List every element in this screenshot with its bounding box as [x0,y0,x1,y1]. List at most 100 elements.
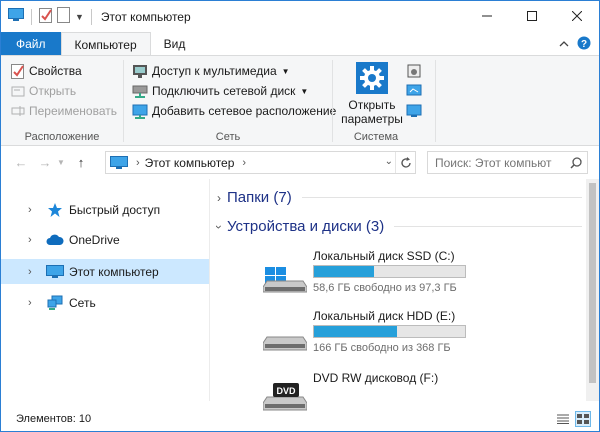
navigation-pane: › Быстрый доступ › OneDrive › Этот компь… [1,181,209,401]
breadcrumb-chevron-icon[interactable]: › [242,157,246,169]
window-title: Этот компьютер [100,9,191,24]
tiles-view-button[interactable] [575,411,591,427]
group-header-folders[interactable]: › Папки (7) [217,189,582,206]
pane-divider[interactable] [209,179,210,401]
group-header-devices[interactable]: › Устройства и диски (3) [212,218,582,235]
computer-icon [110,155,128,169]
maximize-button[interactable] [509,1,554,31]
collapse-ribbon-icon[interactable] [559,37,569,51]
open-settings-button[interactable]: Открыть параметры [341,62,403,126]
drive-usage-fill [314,266,375,277]
scrollbar-thumb[interactable] [589,183,596,383]
tab-view[interactable]: Вид [151,32,199,56]
close-button[interactable] [554,1,599,31]
recent-locations-button[interactable]: ▼ [55,152,67,172]
add-network-location-button[interactable]: Добавить сетевое расположение [132,102,336,120]
properties-qa-icon[interactable] [39,7,53,26]
expand-chevron-icon[interactable]: › [28,297,40,309]
sidebar-item-label: Сеть [69,295,96,310]
network-icon [46,294,64,312]
windows-drive-icon [262,257,308,293]
group-label-system: Система [353,131,399,143]
forward-button[interactable]: → [35,152,55,172]
expand-chevron-icon[interactable]: › [28,266,40,278]
hard-drive-icon [262,317,308,353]
media-access-button[interactable]: Доступ к мультимедиа ▼ [132,62,290,80]
sidebar-item-network[interactable]: › Сеть [1,290,209,315]
breadcrumb-separator-icon[interactable]: › [136,157,140,169]
back-button[interactable]: ← [11,152,31,172]
tiles-view-icon [577,414,589,424]
refresh-icon [400,156,411,168]
quick-access-toolbar: ▼ [1,7,95,26]
tab-file[interactable]: Файл [1,32,61,56]
details-view-button[interactable] [555,411,571,427]
vertical-scrollbar[interactable] [586,179,599,401]
ribbon-tabs: Файл Компьютер Вид ? [1,32,599,56]
refresh-button[interactable] [395,152,415,173]
manage-computer-icon[interactable] [405,102,423,120]
status-bar: Элементов: 10 [1,407,599,431]
properties-icon [11,64,24,79]
title-bar: ▼ Этот компьютер [1,1,599,32]
open-icon [11,86,25,97]
maximize-icon [526,11,537,21]
content-pane: › Папки (7) › Устройства и диски (3) Лок… [211,179,587,411]
network-location-icon [132,104,148,119]
up-button[interactable]: ↑ [71,152,91,172]
media-icon [133,65,147,78]
arrow-up-icon: ↑ [77,154,85,170]
ribbon: Свойства Открыть Переименовать Расположе… [1,55,599,146]
minimize-button[interactable] [464,1,509,31]
explorer-window: ▼ Этот компьютер Файл Компьютер Вид ? Св… [0,0,600,432]
sidebar-item-onedrive[interactable]: › OneDrive [1,227,209,252]
help-icon[interactable]: ? [577,36,591,53]
drive-free-space: 58,6 ГБ свободно из 97,3 ГБ [313,282,457,294]
group-network: Доступ к мультимедиа ▼ Подключить сетевой… [124,56,336,146]
map-drive-button[interactable]: Подключить сетевой диск ▼ [132,82,308,100]
arrow-right-icon: → [38,154,52,170]
rename-icon [11,106,25,116]
drive-usage-fill [314,326,398,337]
search-box[interactable] [427,151,588,174]
svg-text:DVD: DVD [276,386,296,396]
search-input[interactable] [428,155,565,170]
address-bar[interactable]: › Этот компьютер › ⌄ [105,151,416,174]
drive-name: Локальный диск HDD (E:) [313,309,456,323]
sidebar-item-label: Быстрый доступ [69,202,161,217]
sidebar-item-this-pc[interactable]: › Этот компьютер [1,259,209,284]
item-count: Элементов: 10 [16,413,92,425]
properties-button[interactable]: Свойства [11,62,82,80]
search-icon[interactable] [565,156,587,169]
close-icon [571,11,582,21]
gear-icon [356,62,388,94]
address-dropdown-icon[interactable]: ⌄ [385,156,393,167]
chevron-down-icon: ▼ [57,157,65,167]
network-drive-icon [132,85,148,98]
system-properties-icon[interactable] [405,82,423,100]
open-button[interactable]: Открыть [11,82,76,100]
drive-item[interactable]: Локальный диск SSD (C:) 58,6 ГБ свободно… [262,249,523,299]
expand-chevron-icon[interactable]: › [217,191,221,205]
computer-app-icon [8,8,24,25]
uninstall-program-icon[interactable] [405,62,423,80]
details-view-icon [557,414,569,424]
expand-chevron-icon[interactable]: › [28,204,40,216]
breadcrumb-this-pc[interactable]: Этот компьютер [145,156,235,170]
navigation-bar: ← → ▼ ↑ › Этот компьютер › ⌄ [1,147,599,177]
sidebar-item-label: OneDrive [69,232,120,247]
rename-button[interactable]: Переименовать [11,102,117,120]
sidebar-item-label: Этот компьютер [69,264,159,279]
expand-chevron-icon[interactable]: › [28,234,40,246]
minimize-icon [481,15,492,17]
sidebar-item-quick-access[interactable]: › Быстрый доступ [1,197,209,222]
drive-free-space: 166 ГБ свободно из 368 ГБ [313,342,451,354]
drive-item[interactable]: Локальный диск HDD (E:) 166 ГБ свободно … [262,309,523,359]
group-system: Открыть параметры Система [333,56,435,146]
customize-qa-icon[interactable]: ▼ [75,12,84,22]
collapse-chevron-icon[interactable]: › [212,225,226,229]
cloud-icon [46,231,64,249]
new-folder-qa-icon[interactable] [57,7,71,26]
drive-usage-bar [313,265,466,278]
tab-computer[interactable]: Компьютер [60,32,151,56]
